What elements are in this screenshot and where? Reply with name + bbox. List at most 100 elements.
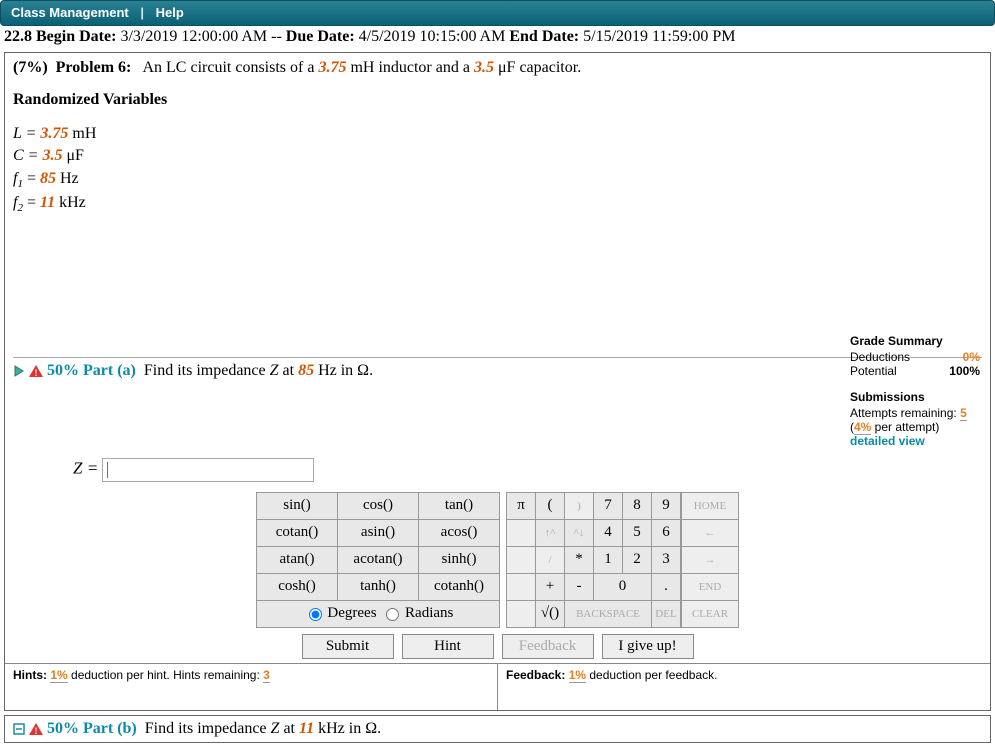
collapse-icon[interactable] [13,723,25,735]
potential-value: 100% [949,364,980,378]
key-0[interactable]: 0 [594,573,652,600]
attempts-remaining: 5 [960,406,967,421]
key-blank4 [507,600,536,627]
part-a-header: ! 50% Part (a) Find its impedance Z at 8… [13,357,982,452]
key-end[interactable]: END [682,573,739,600]
key-div[interactable]: / [536,546,565,573]
symbol-keys: π ( ) 7 8 9 ↑^ ^↓ 4 5 6 / * 1 2 3 [506,492,681,628]
key-blank1 [507,519,536,546]
key-1[interactable]: 1 [594,546,623,573]
key-sub[interactable]: ^↓ [565,519,594,546]
top-nav-bar: Class Management | Help [0,0,995,26]
problem-header: (7%) Problem 6: An LC circuit consists o… [13,59,982,77]
key-left[interactable]: ← [682,519,739,546]
begin-date-label: 22.8 Begin Date: [4,28,116,45]
problem-number: Problem 6: [56,59,132,76]
radians-radio[interactable]: Radians [380,605,453,621]
randomized-vars: L = 3.75 mH C = 3.5 μF f1 = 85 Hz f2 = 1… [13,123,982,217]
feedback-info: Feedback: 1% deduction per feedback. [498,664,990,710]
svg-text:!: ! [35,726,38,735]
key-right[interactable]: → [682,546,739,573]
key-sup[interactable]: ↑^ [536,519,565,546]
key-mul[interactable]: * [565,546,594,573]
control-keys: HOME ← → END CLEAR [681,492,739,628]
key-cosh[interactable]: cosh() [257,573,338,600]
key-cotan[interactable]: cotan() [257,519,338,546]
keypad: sin()cos()tan() cotan()asin()acos() atan… [13,492,982,628]
svg-text:!: ! [35,368,38,377]
key-acotan[interactable]: acotan() [338,546,419,573]
hint-button[interactable]: Hint [402,634,494,659]
expand-icon[interactable] [13,365,25,377]
key-rparen[interactable]: ) [565,492,594,519]
part-b-weight: 50% Part (b) [47,720,137,737]
submit-button[interactable]: Submit [302,634,394,659]
key-sinh[interactable]: sinh() [419,546,500,573]
nav-separator: | [140,5,144,20]
key-minus[interactable]: - [565,573,594,600]
begin-date-value: 3/3/2019 12:00:00 AM [120,28,267,45]
hint-deduction: 1% [50,668,67,683]
part-b-freq: 11 [299,720,314,737]
key-2[interactable]: 2 [623,546,652,573]
deduction-per-attempt: 4% [854,420,871,435]
key-sin[interactable]: sin() [257,492,338,519]
function-keys: sin()cos()tan() cotan()asin()acos() atan… [256,492,500,628]
key-6[interactable]: 6 [652,519,681,546]
key-7[interactable]: 7 [594,492,623,519]
key-del[interactable]: DEL [652,600,681,627]
key-3[interactable]: 3 [652,546,681,573]
key-atan[interactable]: atan() [257,546,338,573]
key-backspace[interactable]: BACKSPACE [565,600,652,627]
key-acos[interactable]: acos() [419,519,500,546]
answer-input[interactable] [102,458,314,482]
key-blank3 [507,573,536,600]
key-9[interactable]: 9 [652,492,681,519]
randomized-vars-title: Randomized Variables [13,91,982,109]
degrees-radio[interactable]: Degrees [303,605,377,621]
key-dot[interactable]: . [652,573,681,600]
key-blank2 [507,546,536,573]
angle-mode-row: Degrees Radians [257,600,500,627]
nav-class-management[interactable]: Class Management [11,5,129,20]
grade-title: Grade Summary [850,334,980,348]
submissions-title: Submissions [850,390,980,404]
warning-icon: ! [29,365,43,377]
end-date-value: 5/15/2019 11:59:00 PM [583,28,735,45]
feedback-button[interactable]: Feedback [502,634,594,659]
assignment-dates: 22.8 Begin Date: 3/3/2019 12:00:00 AM --… [0,26,995,48]
key-8[interactable]: 8 [623,492,652,519]
deductions-value: 0% [963,350,980,364]
key-pi[interactable]: π [507,492,536,519]
problem-container: (7%) Problem 6: An LC circuit consists o… [4,52,991,711]
hints-remaining: 3 [263,668,270,683]
inductor-value: 3.75 [318,59,346,76]
action-buttons: Submit Hint Feedback I give up! [13,634,982,659]
key-lparen[interactable]: ( [536,492,565,519]
key-plus[interactable]: + [536,573,565,600]
nav-help[interactable]: Help [156,5,184,20]
grade-summary: Grade Summary Deductions0% Potential100%… [850,332,980,448]
end-date-label: End Date: [509,28,579,45]
key-tanh[interactable]: tanh() [338,573,419,600]
key-tan[interactable]: tan() [419,492,500,519]
problem-weight: (7%) [13,59,48,76]
key-clear[interactable]: CLEAR [682,600,739,627]
due-date-label: Due Date: [286,28,355,45]
answer-label: Z = [73,459,98,478]
key-4[interactable]: 4 [594,519,623,546]
key-sqrt[interactable]: √() [536,600,565,627]
warning-icon: ! [29,723,43,735]
hints-feedback-row: Hints: 1% deduction per hint. Hints rema… [5,663,990,710]
detailed-view-link[interactable]: detailed view [850,434,925,448]
due-date-value: 4/5/2019 10:15:00 AM [359,28,506,45]
key-home[interactable]: HOME [682,492,739,519]
part-a-weight: 50% Part (a) [47,362,136,379]
key-cos[interactable]: cos() [338,492,419,519]
key-asin[interactable]: asin() [338,519,419,546]
key-cotanh[interactable]: cotanh() [419,573,500,600]
feedback-deduction: 1% [569,668,586,683]
giveup-button[interactable]: I give up! [602,634,694,659]
part-b-header: ! 50% Part (b) Find its impedance Z at 1… [4,715,991,743]
key-5[interactable]: 5 [623,519,652,546]
